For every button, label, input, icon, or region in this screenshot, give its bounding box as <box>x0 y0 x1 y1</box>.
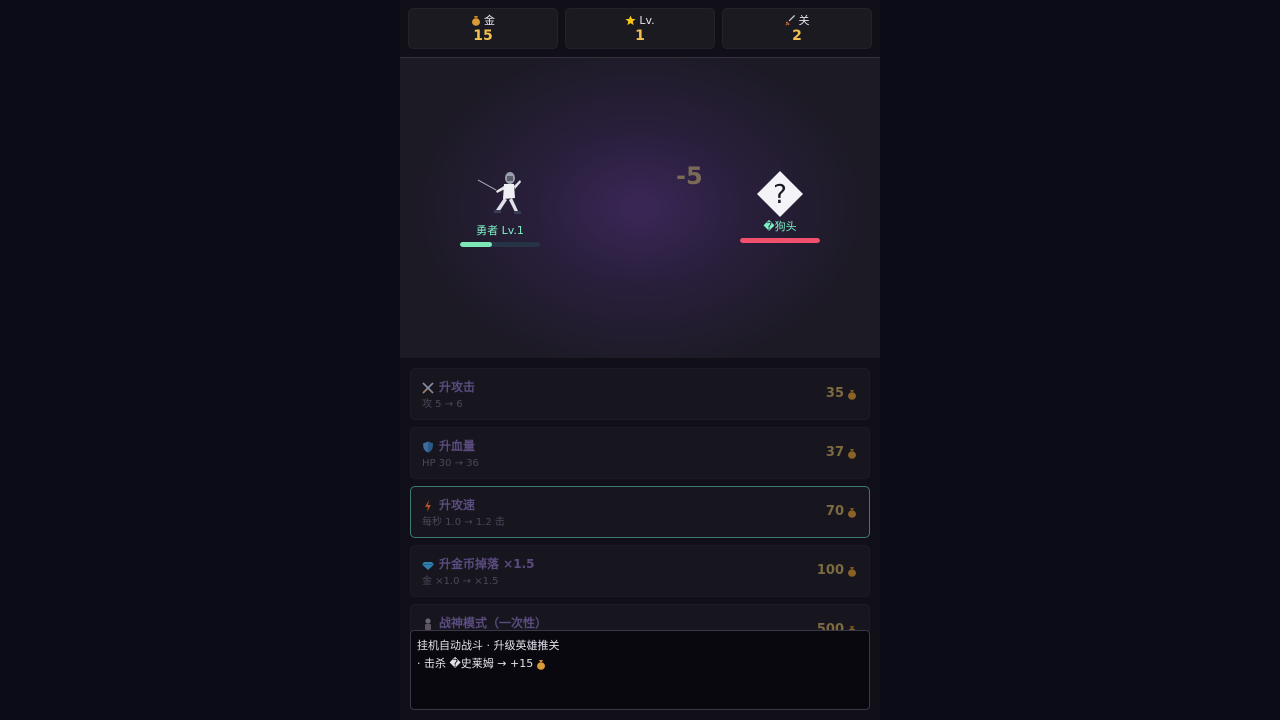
money-bag-icon <box>848 566 856 577</box>
upgrade-hp-desc: HP 30 → 36 <box>422 458 479 469</box>
upgrade-speed-title: 升攻速 <box>439 498 476 512</box>
dagger-icon <box>784 15 795 26</box>
upgrade-attack-cost: 35 <box>825 386 844 401</box>
hero-hp-fill <box>460 242 492 247</box>
lightning-icon <box>425 499 431 512</box>
enemy: ? �狗头 <box>740 170 820 243</box>
stat-level-label: Lv. <box>639 13 655 27</box>
stat-stage-value: 2 <box>792 27 802 44</box>
log-line: 挂机自动战斗 · 升级英雄推关 <box>417 639 560 652</box>
enemy-name: �狗头 <box>763 220 797 233</box>
battle-log: 挂机自动战斗 · 升级英雄推关 · 击杀 �史莱姆 → +15 <box>410 630 870 710</box>
game-panel: 金 15 Lv. 1 关 2 勇者 Lv.1 -5 ? �狗头 升攻击 攻 5 … <box>400 0 880 720</box>
upgrade-gold-title: 升金币掉落 ×1.5 <box>439 557 535 571</box>
upgrade-hp-cost: 37 <box>825 445 844 460</box>
upgrade-speed-desc: 每秒 1.0 → 1.2 击 <box>422 517 505 528</box>
upgrade-gold-cost: 100 <box>816 563 844 578</box>
shield-icon <box>423 441 433 452</box>
upgrade-gold-button[interactable]: 升金币掉落 ×1.5 金 ×1.0 → ×1.5 100 <box>410 545 870 597</box>
stat-level-value: 1 <box>635 27 645 44</box>
gem-icon <box>422 561 434 570</box>
upgrade-attack-title: 升攻击 <box>439 380 476 394</box>
stat-level: Lv. 1 <box>565 8 715 49</box>
stat-stage-label: 关 <box>798 13 810 27</box>
money-bag-icon <box>848 389 856 400</box>
stat-stage: 关 2 <box>722 8 872 49</box>
money-bag-icon <box>537 659 546 670</box>
svg-text:?: ? <box>773 180 787 210</box>
enemy-hp-bar <box>740 238 820 243</box>
hero-name: 勇者 Lv.1 <box>476 224 524 237</box>
upgrade-hp-button[interactable]: 升血量 HP 30 → 36 37 <box>410 427 870 479</box>
warrior-icon <box>425 617 431 630</box>
stats-bar: 金 15 Lv. 1 关 2 <box>408 8 872 49</box>
log-line: · 击杀 �史莱姆 → +15 <box>417 657 546 671</box>
stat-gold-value: 15 <box>473 27 493 44</box>
unknown-glyph-icon: ? <box>757 171 803 217</box>
battle-arena[interactable]: 勇者 Lv.1 -5 ? �狗头 <box>400 58 880 358</box>
upgrade-wargod-title: 战神模式（一次性） <box>439 616 548 630</box>
hero: 勇者 Lv.1 <box>460 168 540 247</box>
upgrade-speed-button[interactable]: 升攻速 每秒 1.0 → 1.2 击 70 <box>410 486 870 538</box>
upgrade-speed-cost: 70 <box>825 504 844 519</box>
money-bag-icon <box>848 507 856 518</box>
stat-gold-label: 金 <box>484 13 495 27</box>
star-icon <box>625 15 636 26</box>
stat-gold: 金 15 <box>408 8 558 49</box>
crossed-swords-icon <box>422 381 434 394</box>
upgrade-attack-desc: 攻 5 → 6 <box>422 399 463 410</box>
damage-popup: -5 <box>676 162 703 190</box>
money-bag-icon <box>848 448 856 459</box>
money-bag-icon <box>472 16 480 26</box>
enemy-hp-fill <box>740 238 820 243</box>
fencer-icon <box>477 172 521 214</box>
hero-hp-bar <box>460 242 540 247</box>
upgrade-hp-title: 升血量 <box>439 439 476 453</box>
upgrade-gold-desc: 金 ×1.0 → ×1.5 <box>422 576 499 587</box>
upgrade-attack-button[interactable]: 升攻击 攻 5 → 6 35 <box>410 368 870 420</box>
